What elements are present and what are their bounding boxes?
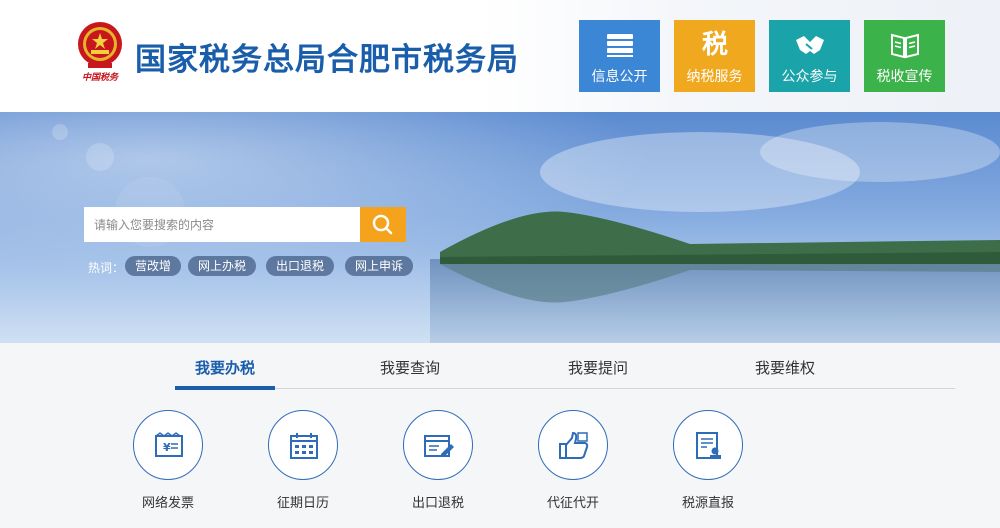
service-export-rebate[interactable]: 出口退税 bbox=[390, 410, 486, 520]
service-tax-calendar[interactable]: 征期日历 bbox=[255, 410, 351, 520]
books-icon bbox=[607, 34, 633, 57]
service-label: 代征代开 bbox=[546, 496, 599, 511]
service-icon-circle bbox=[538, 410, 608, 480]
service-label: 网络发票 bbox=[141, 496, 194, 511]
service-label: 税源直报 bbox=[681, 496, 734, 511]
emblem-caption: 中国税务 bbox=[81, 73, 118, 83]
service-label: 征期日历 bbox=[276, 496, 329, 511]
hot-tag[interactable]: 营改增 bbox=[125, 256, 182, 276]
site-title[interactable]: 国家税务总局合肥市税务局 bbox=[135, 34, 519, 79]
hot-tag[interactable]: 网上办税 bbox=[188, 256, 257, 276]
search-button[interactable] bbox=[360, 207, 406, 242]
search-icon bbox=[372, 214, 393, 235]
nav-button-tax-service[interactable]: 税 纳税服务 bbox=[674, 20, 755, 92]
hot-words-label: 热词： bbox=[88, 261, 125, 275]
nav-button-tax-publicity[interactable]: 税收宣传 bbox=[864, 20, 945, 92]
service-icon-circle bbox=[403, 410, 473, 480]
service-tax-source-report[interactable]: 税源直报 bbox=[660, 410, 756, 520]
nav-button-label: 纳税服务 bbox=[686, 69, 743, 85]
nav-button-label: 税收宣传 bbox=[876, 69, 933, 85]
search-input[interactable] bbox=[84, 207, 360, 242]
invoice-icon: ¥ bbox=[155, 432, 183, 457]
tab-ask-question[interactable]: 我要提问 bbox=[548, 357, 648, 387]
svg-text:¥: ¥ bbox=[163, 441, 171, 454]
service-icon-circle bbox=[268, 410, 338, 480]
hot-tag[interactable]: 网上申诉 bbox=[345, 256, 414, 276]
hot-tag[interactable]: 出口退税 bbox=[266, 256, 335, 276]
service-label: 出口退税 bbox=[411, 496, 464, 511]
service-icon-circle bbox=[673, 410, 743, 480]
calendar-icon bbox=[290, 433, 318, 459]
open-book-icon bbox=[891, 33, 919, 59]
nav-button-label: 信息公开 bbox=[591, 69, 648, 85]
hero-banner: 热词： 营改增 网上办税 出口退税 网上申诉 bbox=[0, 112, 1000, 343]
report-stamp-icon bbox=[696, 432, 721, 459]
site-header: 中国税务 国家税务总局合肥市税务局 信息公开 税 纳税服务 公众参与 税收宣传 bbox=[0, 0, 1000, 112]
nav-button-public-participation[interactable]: 公众参与 bbox=[769, 20, 850, 92]
tax-character-icon: 税 bbox=[701, 30, 728, 60]
nav-button-label: 公众参与 bbox=[781, 69, 838, 85]
form-edit-icon bbox=[424, 435, 454, 457]
tab-rights-protection[interactable]: 我要维权 bbox=[735, 357, 835, 387]
active-tab-indicator bbox=[175, 386, 275, 390]
handshake-icon bbox=[796, 36, 824, 54]
service-icon-circle: ¥ bbox=[133, 410, 203, 480]
tab-inquiry[interactable]: 我要查询 bbox=[360, 357, 460, 387]
service-online-invoice[interactable]: ¥ 网络发票 bbox=[120, 410, 216, 520]
nav-button-info-disclosure[interactable]: 信息公开 bbox=[579, 20, 660, 92]
service-agency-issuance[interactable]: 代征代开 bbox=[525, 410, 621, 520]
main-content: 我要办税 我要查询 我要提问 我要维权 ¥ 网络发票 征期日历 出口退税 代征代… bbox=[0, 343, 1000, 528]
thumbs-up-icon bbox=[559, 431, 589, 459]
tab-handle-tax[interactable]: 我要办税 bbox=[175, 357, 275, 387]
tabs-divider bbox=[175, 388, 955, 389]
